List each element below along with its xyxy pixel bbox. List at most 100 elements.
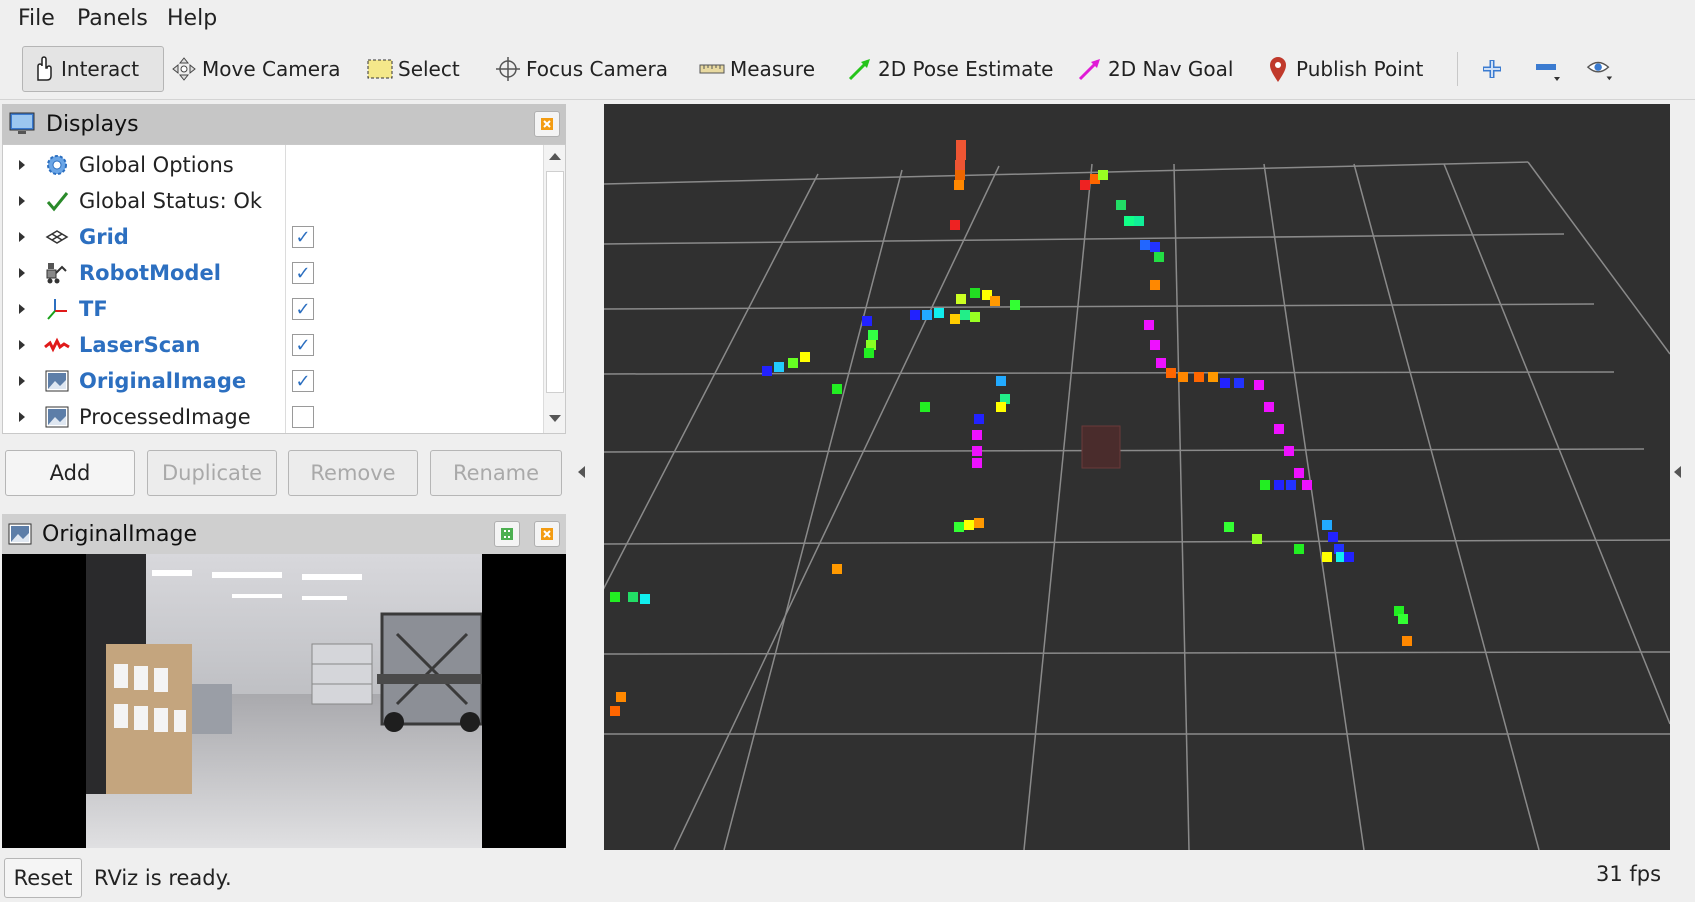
tree-item-processedimage[interactable]: ProcessedImage: [3, 399, 523, 433]
expand-arrow[interactable]: [19, 232, 25, 242]
laser-point: [1224, 522, 1234, 532]
add-button[interactable]: Add: [5, 450, 135, 496]
laser-point: [1264, 402, 1274, 412]
expand-arrow[interactable]: [19, 268, 25, 278]
tool-focus-camera[interactable]: Focus Camera: [494, 46, 668, 92]
tree-item-originalimage[interactable]: OriginalImage ✓: [3, 363, 523, 399]
remove-button[interactable]: Remove: [288, 450, 418, 496]
tree-item-label: Global Options: [79, 153, 234, 177]
tool-interact[interactable]: Interact: [22, 46, 164, 92]
image-icon: [43, 403, 71, 431]
rename-button[interactable]: Rename: [430, 450, 562, 496]
tool-move-camera[interactable]: Move Camera: [170, 46, 340, 92]
toolbar-separator: [1457, 52, 1458, 86]
laser-point: [960, 310, 970, 320]
tree-item-global-options[interactable]: Global Options: [3, 147, 523, 183]
tool-label: 2D Nav Goal: [1108, 57, 1234, 81]
laser-point: [610, 592, 620, 602]
render-scene[interactable]: [543, 104, 1671, 851]
ruler-icon: [698, 55, 726, 83]
expand-arrow[interactable]: [19, 340, 25, 350]
panel-visibility-button[interactable]: [1586, 46, 1618, 92]
menu-bar: File Panels Help: [0, 0, 1695, 38]
laser-point: [1150, 242, 1160, 252]
checkbox[interactable]: ✓: [292, 226, 314, 248]
laser-point: [964, 520, 974, 530]
expand-arrow[interactable]: [19, 196, 25, 206]
laser-point: [640, 594, 650, 604]
duplicate-button[interactable]: Duplicate: [147, 450, 277, 496]
laser-point: [1322, 520, 1332, 530]
undock-panel-button[interactable]: [494, 521, 520, 547]
close-panel-button[interactable]: [534, 111, 560, 137]
scroll-up-icon[interactable]: [549, 153, 561, 160]
laser-point: [972, 430, 982, 440]
checkbox[interactable]: ✓: [292, 298, 314, 320]
laser-point: [1010, 300, 1020, 310]
scroll-down-icon[interactable]: [549, 415, 561, 422]
laser-point: [1098, 170, 1108, 180]
tree-item-robotmodel[interactable]: RobotModel ✓: [3, 255, 523, 291]
checkbox[interactable]: ✓: [292, 262, 314, 284]
checkbox[interactable]: [292, 406, 314, 428]
tool-2d-pose-estimate[interactable]: 2D Pose Estimate: [846, 46, 1054, 92]
expand-arrow[interactable]: [19, 160, 25, 170]
laser-point: [1080, 180, 1090, 190]
laser-point: [610, 706, 620, 716]
grid-line: [1527, 161, 1671, 355]
collapse-left-icon[interactable]: [578, 466, 585, 478]
laser-point: [1234, 378, 1244, 388]
laser-point: [972, 458, 982, 468]
tree-item-label: RobotModel: [79, 261, 221, 285]
laser-point: [922, 310, 932, 320]
laser-point: [950, 220, 960, 230]
laser-point: [970, 288, 980, 298]
checkbox[interactable]: ✓: [292, 370, 314, 392]
laser-point: [1154, 252, 1164, 262]
tool-label: Focus Camera: [526, 57, 668, 81]
tool-measure[interactable]: Measure: [698, 46, 815, 92]
close-panel-button[interactable]: [534, 521, 560, 547]
laser-point: [1402, 636, 1412, 646]
tree-item-tf[interactable]: TF ✓: [3, 291, 523, 327]
tool-publish-point[interactable]: Publish Point: [1264, 46, 1423, 92]
laser-point: [1144, 320, 1154, 330]
laser-point: [1208, 372, 1218, 382]
grid-line: [603, 371, 1615, 375]
laser-point: [1116, 200, 1126, 210]
undock-icon: [501, 528, 513, 540]
add-tool-button[interactable]: [1478, 46, 1510, 92]
magenta-arrow-icon: [1076, 55, 1104, 83]
tree-item-laserscan[interactable]: LaserScan ✓: [3, 327, 523, 363]
image-icon: [8, 523, 32, 545]
laser-point: [996, 376, 1006, 386]
render-viewport[interactable]: [543, 104, 1671, 851]
move-camera-icon: [170, 55, 198, 83]
robot-icon: [43, 259, 71, 287]
laser-point: [868, 330, 878, 340]
menu-file[interactable]: File: [18, 6, 55, 31]
tool-2d-nav-goal[interactable]: 2D Nav Goal: [1076, 46, 1233, 92]
laser-point: [1294, 544, 1304, 554]
column-divider: [285, 145, 286, 433]
grid-line: [603, 651, 1671, 655]
laser-point: [955, 170, 965, 180]
menu-help[interactable]: Help: [167, 6, 217, 31]
expand-arrow[interactable]: [19, 376, 25, 386]
remove-tool-button[interactable]: [1534, 46, 1566, 92]
tree-item-grid[interactable]: Grid ✓: [3, 219, 523, 255]
scrollbar-thumb[interactable]: [546, 171, 564, 393]
checkbox[interactable]: ✓: [292, 334, 314, 356]
laser-point: [628, 592, 638, 602]
expand-arrow[interactable]: [19, 304, 25, 314]
reset-button[interactable]: Reset: [4, 858, 82, 898]
tree-item-label: TF: [79, 297, 108, 321]
tree-item-label: LaserScan: [79, 333, 201, 357]
menu-panels[interactable]: Panels: [77, 6, 148, 31]
close-icon: [541, 118, 553, 130]
tool-select[interactable]: Select: [366, 46, 460, 92]
tree-item-global-status[interactable]: Global Status: Ok: [3, 183, 523, 219]
tree-scrollbar[interactable]: [543, 145, 565, 433]
expand-arrow[interactable]: [19, 412, 25, 422]
collapse-right-icon[interactable]: [1674, 466, 1681, 478]
